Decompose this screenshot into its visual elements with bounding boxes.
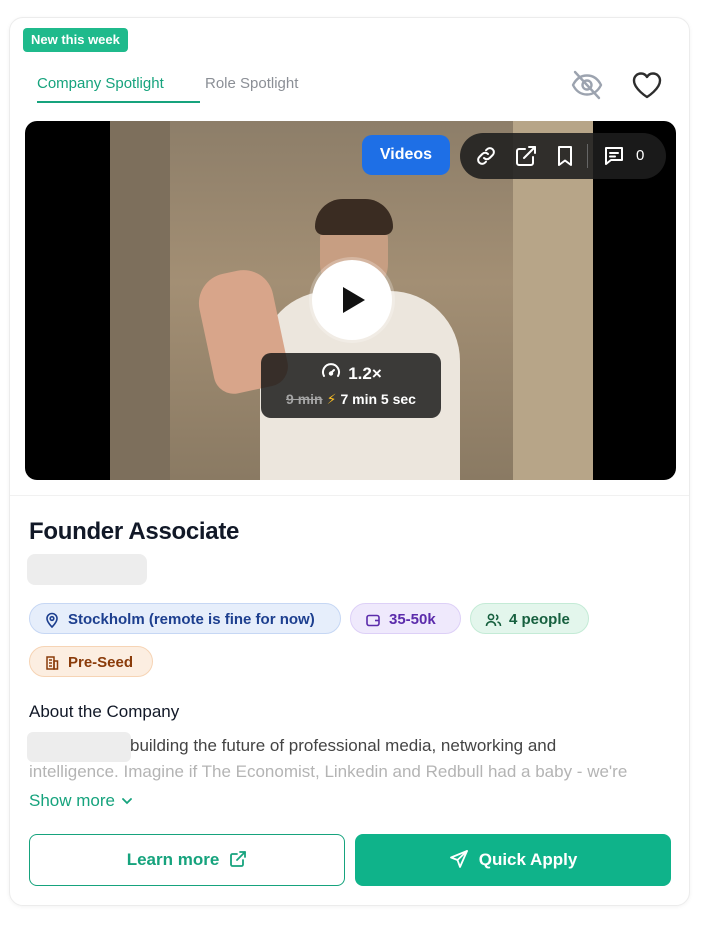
eye-slash-icon[interactable] <box>570 68 604 102</box>
salary-chip: 35-50k <box>350 603 461 634</box>
new-this-week-badge: New this week <box>23 28 128 52</box>
send-icon <box>449 850 468 868</box>
users-icon <box>485 613 502 627</box>
link-icon[interactable] <box>474 144 498 168</box>
show-more-link[interactable]: Show more <box>29 791 133 811</box>
location-chip: Stockholm (remote is fine for now) <box>29 603 341 634</box>
tab-role-spotlight[interactable]: Role Spotlight <box>205 75 298 92</box>
company-name-redacted <box>27 554 147 585</box>
comment-icon[interactable] <box>602 144 626 168</box>
chevron-down-icon <box>122 798 132 805</box>
job-title: Founder Associate <box>29 518 240 545</box>
video-toolbar: 0 <box>460 133 666 179</box>
funding-stage-chip: Pre-Seed <box>29 646 153 677</box>
map-pin-icon <box>46 612 58 628</box>
building-icon <box>46 656 59 670</box>
about-text: building the future of professional medi… <box>130 736 557 755</box>
quick-apply-button[interactable]: Quick Apply <box>355 834 671 886</box>
video-player[interactable]: Videos 0 1.2× 9 min ⚡ 7 min 5 sec <box>25 121 676 480</box>
playback-speed: 1.2× <box>348 364 382 383</box>
bolt-icon: ⚡ <box>326 391 337 407</box>
learn-more-button[interactable]: Learn more <box>29 834 345 886</box>
comment-count: 0 <box>636 147 645 164</box>
company-name-redacted <box>27 732 131 762</box>
videos-button[interactable]: Videos <box>362 135 450 175</box>
external-link-icon[interactable] <box>514 144 538 168</box>
tab-company-spotlight[interactable]: Company Spotlight <box>37 75 164 92</box>
playback-speed-panel[interactable]: 1.2× 9 min ⚡ 7 min 5 sec <box>261 353 441 418</box>
team-size-chip: 4 people <box>470 603 589 634</box>
play-button[interactable] <box>312 260 392 340</box>
about-text-faded: intelligence. Imagine if The Economist, … <box>29 762 628 781</box>
bookmark-icon[interactable] <box>553 144 577 168</box>
play-icon <box>343 287 365 313</box>
about-heading: About the Company <box>29 702 180 721</box>
heart-icon[interactable] <box>630 68 664 102</box>
active-tab-underline <box>37 101 200 103</box>
external-link-icon <box>230 851 247 867</box>
adjusted-duration: 7 min 5 sec <box>340 391 416 407</box>
original-duration: 9 min <box>286 391 323 407</box>
job-card: New this week Company Spotlight Role Spo… <box>9 17 690 906</box>
section-divider <box>10 495 689 496</box>
wallet-icon <box>366 614 380 627</box>
spotlight-tabs: Company Spotlight Role Spotlight <box>23 68 343 103</box>
speed-icon <box>322 363 341 377</box>
